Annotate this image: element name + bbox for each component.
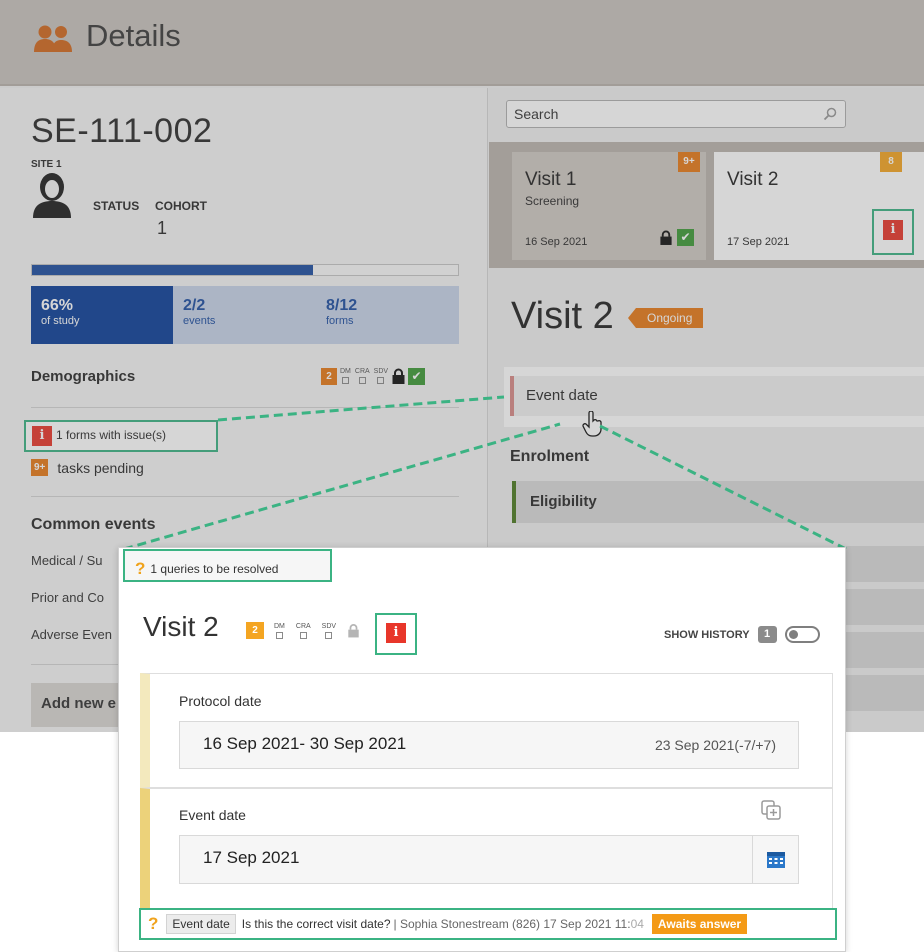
protocol-date-value: 16 Sep 2021- 30 Sep 2021: [203, 734, 407, 753]
question-icon: ?: [135, 559, 146, 578]
protocol-date-window: 23 Sep 2021(-7/+7): [654, 737, 776, 753]
calendar-button[interactable]: [752, 836, 798, 883]
protocol-date-field: 16 Sep 2021- 30 Sep 2021 23 Sep 2021(-7/…: [179, 721, 799, 769]
queries-banner[interactable]: ? 1 queries to be resolved: [123, 549, 332, 582]
event-date-field[interactable]: 17 Sep 2021: [179, 835, 799, 884]
query-author: | Sophia Stonestream (826) 17 Sep 2021 1…: [393, 917, 644, 931]
lock-open-icon: [348, 624, 359, 638]
event-date-value: 17 Sep 2021: [203, 848, 300, 867]
cra-checkbox: CRA: [296, 623, 311, 639]
popup-status-icons: 2 DM CRA SDV: [246, 622, 360, 639]
copy-add-icon[interactable]: [760, 799, 782, 821]
show-history-toggle[interactable]: SHOW HISTORY 1: [664, 626, 820, 643]
info-icon: i: [386, 623, 406, 643]
query-question: Is this the correct visit date?: [241, 917, 391, 931]
query-field-chip: Event date: [166, 914, 236, 934]
queries-text: 1 queries to be resolved: [150, 562, 279, 576]
dm-checkbox: DM: [274, 623, 285, 639]
popup-title: Visit 2: [143, 611, 219, 642]
history-count-badge: 1: [757, 626, 777, 643]
sdv-checkbox: SDV: [322, 623, 336, 639]
toggle-switch[interactable]: [784, 626, 820, 643]
popup-issue-indicator[interactable]: i: [375, 613, 417, 655]
calendar-icon: [767, 852, 785, 868]
query-status-badge: Awaits answer: [651, 914, 748, 934]
show-history-label: SHOW HISTORY: [664, 628, 750, 641]
protocol-date-section: Protocol date 16 Sep 2021- 30 Sep 2021 2…: [140, 673, 833, 788]
protocol-date-label: Protocol date: [179, 693, 262, 709]
event-date-label: Event date: [179, 807, 246, 823]
task-count-badge: 2: [246, 622, 264, 639]
query-row[interactable]: ? Event date Is this the correct visit d…: [139, 908, 837, 940]
question-icon: ?: [148, 914, 159, 933]
